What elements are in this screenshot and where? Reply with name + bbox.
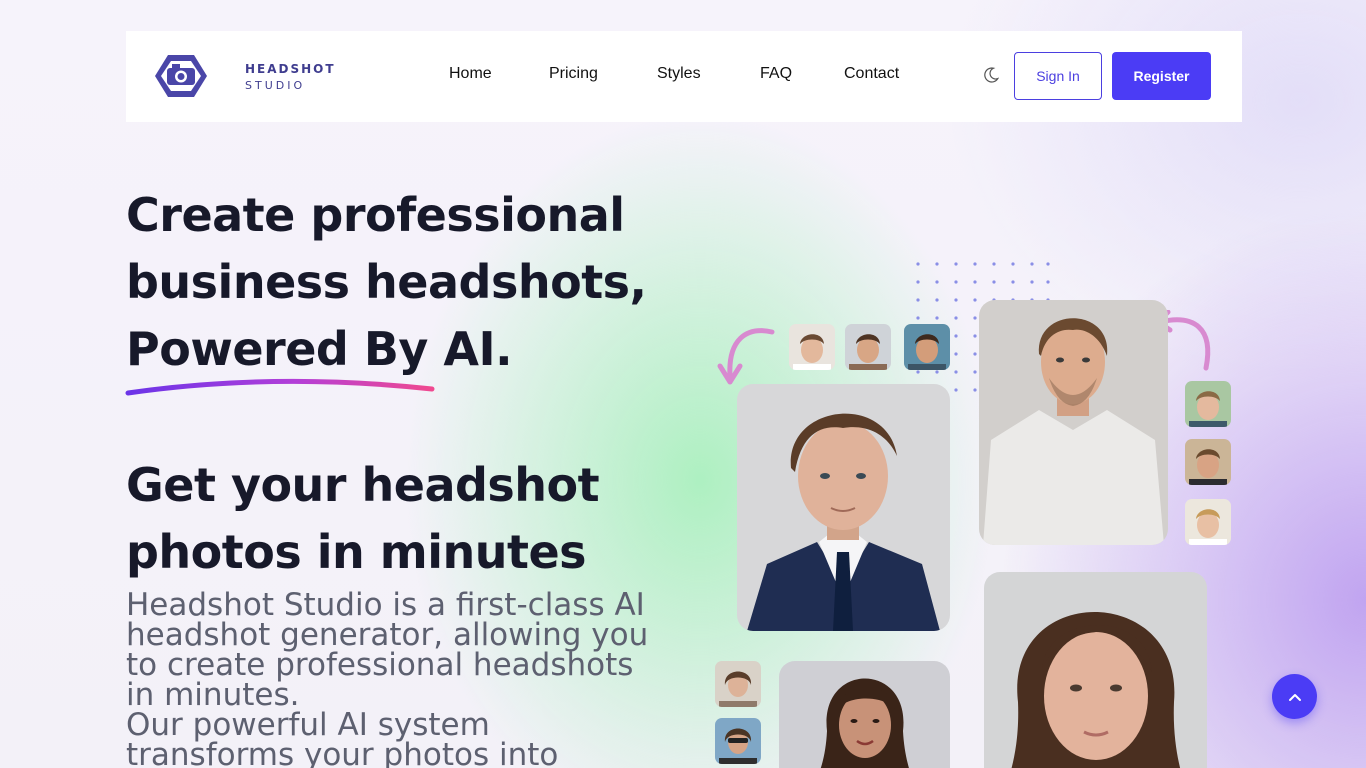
nav-contact[interactable]: Contact (844, 65, 899, 83)
thumbnail-photo (1185, 439, 1231, 485)
chevron-up-icon (1288, 693, 1301, 701)
hero-subtitle: Get your headshot photos in minutes (126, 452, 686, 586)
thumbnail-photo (715, 661, 761, 707)
register-button[interactable]: Register (1112, 52, 1211, 100)
thumbnail-photo (1185, 499, 1231, 545)
moon-icon[interactable] (984, 67, 999, 83)
thumbnail-photo (789, 324, 835, 370)
woman-headshot-photo (779, 661, 950, 768)
thumbnail-photo (904, 324, 950, 370)
hero-description-line6: transforms your photos into (126, 737, 559, 768)
thumbnail-photo (845, 324, 891, 370)
suit-man-headshot-photo (737, 384, 950, 631)
woman-portrait-photo (984, 572, 1207, 768)
hero-description: Headshot Studio is a first-class AI head… (126, 590, 686, 768)
hero-subtitle-line2: photos in minutes (126, 525, 587, 579)
nav-home[interactable]: Home (449, 65, 492, 83)
curved-arrow-left-icon (717, 328, 775, 385)
navbar: HEADSHOT STUDIO Home Pricing Styles FAQ … (126, 31, 1242, 122)
hero-title: Create professional business headshots, … (126, 182, 686, 383)
thumbnail-photo (1185, 381, 1231, 427)
title-underline-decoration (125, 378, 435, 396)
hero-title-line3: Powered By AI. (126, 322, 513, 376)
tshirt-man-photo (979, 300, 1168, 545)
nav-pricing[interactable]: Pricing (549, 65, 598, 83)
hero-subtitle-line1: Get your headshot (126, 458, 600, 512)
thumbnail-photo (715, 718, 761, 764)
sign-in-button[interactable]: Sign In (1014, 52, 1102, 100)
nav-styles[interactable]: Styles (657, 65, 701, 83)
hero-title-line1: Create professional (126, 188, 625, 242)
hero-title-line2: business headshots, (126, 255, 647, 309)
nav-faq[interactable]: FAQ (760, 65, 792, 83)
scroll-to-top-button[interactable] (1272, 674, 1317, 719)
